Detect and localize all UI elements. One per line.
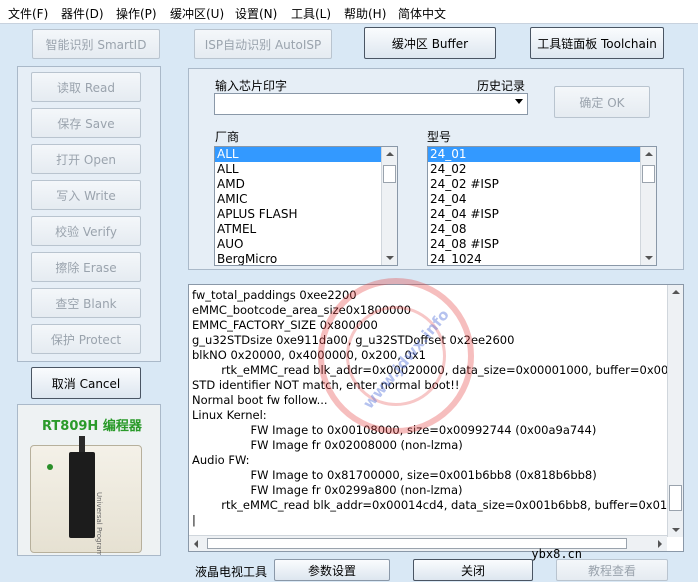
scroll-down-icon[interactable] bbox=[386, 256, 394, 260]
zif-socket bbox=[69, 452, 95, 538]
led-icon bbox=[47, 464, 53, 470]
log-line: EMMC_FACTORY_SIZE 0x800000 bbox=[192, 318, 378, 332]
list-item[interactable]: ALL bbox=[215, 147, 397, 162]
buffer-button[interactable]: 缓冲区 Buffer bbox=[364, 27, 496, 59]
log-vertical-scrollbar[interactable] bbox=[667, 285, 683, 537]
scroll-down-icon[interactable] bbox=[672, 528, 680, 532]
list-item[interactable]: 24_04 bbox=[428, 192, 656, 207]
list-item[interactable]: 24_04 #ISP bbox=[428, 207, 656, 222]
log-line: fw_total_paddings 0xee2200 bbox=[192, 288, 357, 302]
log-line: rtk_eMMC_read blk_addr=0x00020000, data_… bbox=[192, 363, 667, 377]
model-list[interactable]: 24_01 24_02 24_02 #ISP 24_04 24_04 #ISP … bbox=[427, 146, 657, 266]
log-line: Linux Kernel: bbox=[192, 408, 267, 422]
chip-input-combo[interactable] bbox=[214, 93, 528, 115]
menu-file[interactable]: 文件(F) bbox=[8, 5, 48, 22]
menu-device[interactable]: 器件(D) bbox=[61, 5, 104, 22]
device-image: RT809H 编程器 Universal Programmer bbox=[17, 404, 161, 556]
auto-isp-button[interactable]: ISP自动识别 AutoISP bbox=[194, 29, 332, 59]
log-line: rtk_eMMC_read blk_addr=0x00014cd4, data_… bbox=[192, 498, 667, 512]
log-lines: fw_total_paddings 0xee2200 eMMC_bootcode_… bbox=[192, 288, 667, 528]
history-label: 历史记录 bbox=[477, 79, 526, 93]
scroll-up-icon[interactable] bbox=[672, 290, 680, 294]
log-line: FW Image fr 0x02008000 (non-lzma) bbox=[192, 438, 463, 452]
read-button[interactable]: 读取 Read bbox=[31, 72, 141, 102]
menu-settings[interactable]: 设置(N) bbox=[235, 5, 277, 22]
log-output[interactable]: fw_total_paddings 0xee2200 eMMC_bootcode_… bbox=[188, 284, 684, 552]
menu-tools[interactable]: 工具(L) bbox=[291, 5, 331, 22]
list-item[interactable]: 24_08 #ISP bbox=[428, 237, 656, 252]
scroll-right-icon[interactable] bbox=[658, 540, 662, 548]
scroll-thumb[interactable] bbox=[383, 165, 396, 183]
list-item[interactable]: 24_01 bbox=[428, 147, 656, 162]
ok-button[interactable]: 确定 OK bbox=[554, 86, 650, 118]
list-item[interactable]: ATMEL bbox=[215, 222, 397, 237]
log-line: Audio FW: bbox=[192, 453, 250, 467]
chip-input-label: 输入芯片印字 bbox=[215, 79, 288, 93]
log-line: STD identifier NOT match, enter normal b… bbox=[192, 378, 460, 392]
vendor-scrollbar[interactable] bbox=[381, 147, 397, 265]
device-body-label: Universal Programmer bbox=[95, 492, 103, 556]
list-item[interactable]: AMIC bbox=[215, 192, 397, 207]
erase-button[interactable]: 擦除 Erase bbox=[31, 252, 141, 282]
scroll-up-icon[interactable] bbox=[386, 152, 394, 156]
log-line: eMMC_bootcode_area_size0x1800000 bbox=[192, 303, 412, 317]
log-line: blkNO 0x20000, 0x4000000, 0x200, 0x1 bbox=[192, 348, 426, 362]
menu-help[interactable]: 帮助(H) bbox=[344, 5, 386, 22]
save-button[interactable]: 保存 Save bbox=[31, 108, 141, 138]
menu-language[interactable]: 简体中文 bbox=[398, 5, 446, 22]
device-title: RT809H 编程器 bbox=[42, 419, 142, 434]
menu-operate[interactable]: 操作(P) bbox=[116, 5, 157, 22]
model-label: 型号 bbox=[427, 130, 452, 144]
log-line: | bbox=[192, 513, 196, 527]
scroll-down-icon[interactable] bbox=[645, 256, 653, 260]
close-button[interactable]: 关闭 bbox=[413, 559, 533, 581]
menu-buffer[interactable]: 缓冲区(U) bbox=[170, 5, 224, 22]
list-item[interactable]: 24_02 #ISP bbox=[428, 177, 656, 192]
tutorial-button[interactable]: 教程查看 bbox=[556, 559, 668, 581]
toolchain-button[interactable]: 工具链面板 Toolchain bbox=[530, 27, 664, 59]
params-button[interactable]: 参数设置 bbox=[274, 559, 390, 581]
list-item[interactable]: 24_02 bbox=[428, 162, 656, 177]
list-item[interactable]: AMD bbox=[215, 177, 397, 192]
model-scrollbar[interactable] bbox=[640, 147, 656, 265]
cancel-button[interactable]: 取消 Cancel bbox=[31, 367, 141, 399]
log-line: g_u32STDsize 0xe911da00, g_u32STDoffset … bbox=[192, 333, 515, 347]
protect-button[interactable]: 保护 Protect bbox=[31, 324, 141, 354]
lcd-tool-label: 液晶电视工具 bbox=[195, 565, 268, 579]
list-item[interactable]: APLUS FLASH bbox=[215, 207, 397, 222]
blank-button[interactable]: 查空 Blank bbox=[31, 288, 141, 318]
scroll-thumb[interactable] bbox=[642, 165, 655, 183]
vendor-label: 厂商 bbox=[215, 130, 240, 144]
smart-id-button[interactable]: 智能识别 SmartID bbox=[32, 29, 160, 59]
list-item[interactable]: ALL bbox=[215, 162, 397, 177]
menu-bar: 文件(F) 器件(D) 操作(P) 缓冲区(U) 设置(N) 工具(L) 帮助(… bbox=[0, 0, 698, 24]
vendor-list[interactable]: ALL ALL AMD AMIC APLUS FLASH ATMEL AUO B… bbox=[214, 146, 398, 266]
open-button[interactable]: 打开 Open bbox=[31, 144, 141, 174]
list-item[interactable]: BergMicro bbox=[215, 252, 397, 265]
log-line: FW Image fr 0x0299a800 (non-lzma) bbox=[192, 483, 463, 497]
list-item[interactable]: AUO bbox=[215, 237, 397, 252]
write-button[interactable]: 写入 Write bbox=[31, 180, 141, 210]
list-item[interactable]: 24_08 bbox=[428, 222, 656, 237]
log-line: FW Image to 0x00108000, size=0x00992744 … bbox=[192, 423, 597, 437]
log-line: Normal boot fw follow... bbox=[192, 393, 328, 407]
scroll-thumb[interactable] bbox=[669, 485, 682, 511]
scroll-left-icon[interactable] bbox=[194, 540, 198, 548]
log-line: FW Image to 0x81700000, size=0x001b6bb8 … bbox=[192, 468, 597, 482]
chevron-down-icon[interactable] bbox=[515, 99, 523, 104]
log-horizontal-scrollbar[interactable] bbox=[189, 535, 667, 551]
scroll-up-icon[interactable] bbox=[645, 152, 653, 156]
programmer-body: Universal Programmer bbox=[30, 436, 142, 556]
verify-button[interactable]: 校验 Verify bbox=[31, 216, 141, 246]
list-item[interactable]: 24_1024 bbox=[428, 252, 656, 265]
